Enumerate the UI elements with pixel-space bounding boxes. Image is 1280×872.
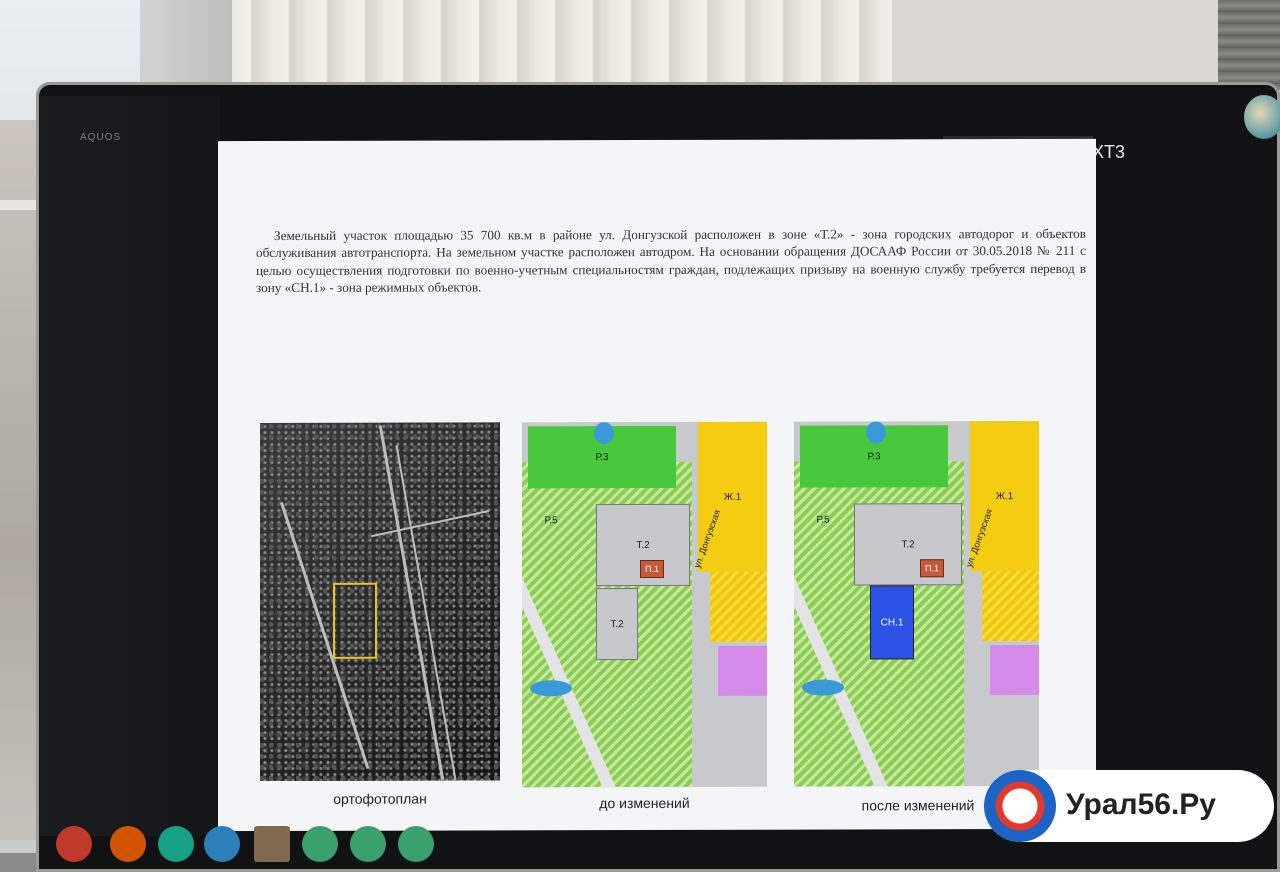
stone-pillar xyxy=(1218,0,1280,90)
zone-t2-label: Т.2 xyxy=(901,538,915,550)
zone-p5-label: Р.5 xyxy=(544,514,558,526)
slide-paragraph: Земельный участок площадью 35 700 кв.м в… xyxy=(256,225,1086,296)
avatar[interactable] xyxy=(1244,95,1280,139)
wall-panel xyxy=(892,0,1222,90)
zone-t2-site-label: Т.2 xyxy=(610,618,624,630)
zone-cn1: СН.1 xyxy=(870,585,914,660)
water-body xyxy=(594,422,614,445)
zone-cn1-label: СН.1 xyxy=(880,616,904,628)
zone-t2-label: Т.2 xyxy=(636,539,650,551)
zone-p1-label: П.1 xyxy=(925,563,939,574)
taskbar-app-icon[interactable] xyxy=(110,826,146,862)
zone-yellow-hatched xyxy=(710,571,767,642)
zone-p3-label: Р.3 xyxy=(867,450,881,462)
logo-text: Урал56.Ру xyxy=(1066,788,1216,821)
taskbar-app-icon[interactable] xyxy=(398,826,434,862)
taskbar-app-icon[interactable] xyxy=(158,826,194,862)
zone-p1: П.1 xyxy=(640,559,664,579)
taskbar-app-icon[interactable] xyxy=(302,826,338,862)
site-selection-box xyxy=(333,582,377,659)
orthophoto-panel xyxy=(260,422,500,782)
zoning-map-after: Р.3 Р.5 Ж.1 Т.2 СН.1 П.1 ул. Донгузская xyxy=(794,420,1039,787)
zone-zh1-label: Ж.1 xyxy=(723,491,742,503)
zone-p3-label: Р.3 xyxy=(595,451,609,463)
caption-before: до изменений xyxy=(599,794,690,812)
watermark-logo: Урал56.Ру xyxy=(984,770,1274,842)
caption-orthophoto: ортофотоплан xyxy=(333,790,427,807)
taskbar-app-icon[interactable] xyxy=(56,826,92,862)
water-body xyxy=(530,680,572,697)
zoning-map-before: Р.3 Р.5 Ж.1 Т.2 Т.2 П.1 ул. Донгузская xyxy=(522,421,767,788)
presentation-slide: Земельный участок площадью 35 700 кв.м в… xyxy=(218,138,1096,832)
logo-mark-icon xyxy=(984,770,1056,842)
aerial-photo xyxy=(260,422,500,782)
taskbar-app-icon[interactable] xyxy=(350,826,386,862)
taskbar-app-icon[interactable] xyxy=(254,826,290,862)
zone-t2-upper: Т.2 xyxy=(854,503,962,586)
taskbar-app-icon[interactable] xyxy=(204,826,240,862)
zone-p5-label: Р.5 xyxy=(816,514,830,526)
zone-p1: П.1 xyxy=(920,559,944,578)
zone-zh1-label: Ж.1 xyxy=(995,490,1014,502)
monitor-reflection xyxy=(40,96,220,836)
water-body xyxy=(802,679,844,696)
zone-yellow-hatched xyxy=(982,570,1039,642)
zone-t2-site: Т.2 xyxy=(596,588,638,661)
zone-violet xyxy=(718,645,767,696)
zone-violet xyxy=(990,644,1039,696)
monitor-brand: AQUOS xyxy=(80,132,122,143)
zone-p1-label: П.1 xyxy=(645,563,659,575)
water-body xyxy=(866,421,886,444)
